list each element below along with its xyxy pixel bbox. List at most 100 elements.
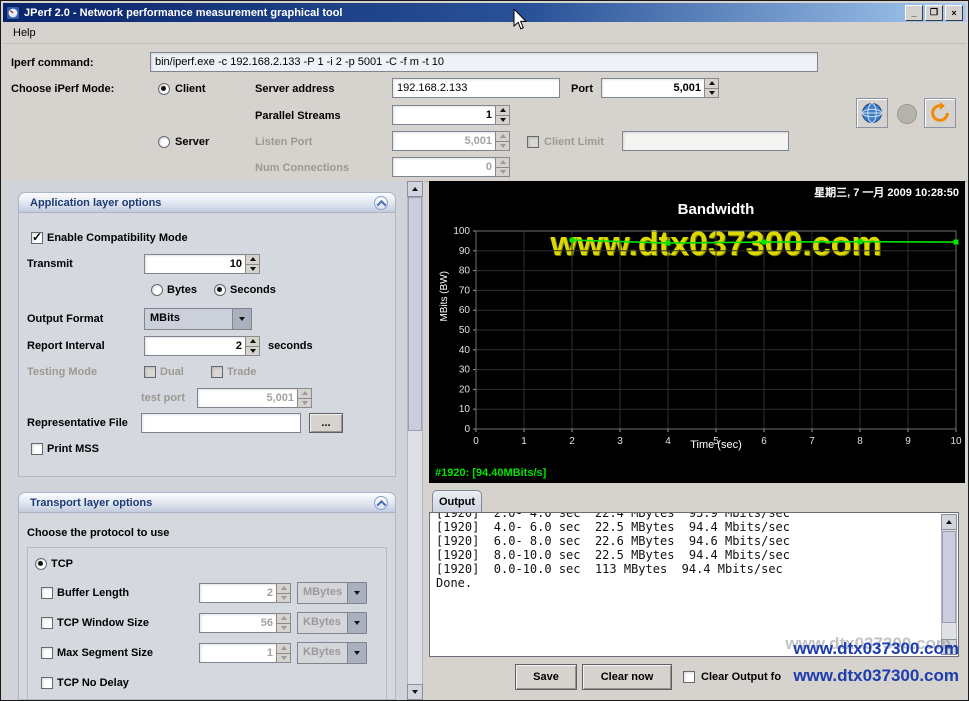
tcp-no-delay-checkbox[interactable]: [41, 677, 53, 689]
collapse-chevron-icon[interactable]: [374, 496, 388, 510]
buffer-length-unit-combo: MBytes: [297, 582, 367, 604]
test-port-label: test port: [141, 392, 185, 404]
save-button-label: Save: [533, 671, 559, 683]
jperf-window: JPerf 2.0 - Network performance measurem…: [0, 0, 969, 701]
scroll-up-button[interactable]: [407, 181, 423, 197]
output-line: Done.: [436, 576, 473, 590]
x-axis-label: Time (sec): [690, 439, 742, 451]
chevron-down-icon[interactable]: [232, 309, 251, 329]
spin-up-icon[interactable]: [245, 254, 260, 265]
representative-file-input[interactable]: [141, 413, 301, 433]
browse-button-label: ...: [321, 417, 331, 429]
max-segment-label: Max Segment Size: [57, 647, 153, 659]
stop-icon: [896, 103, 918, 125]
enable-compatibility-checkbox[interactable]: [31, 230, 43, 244]
port-spinner[interactable]: [601, 78, 719, 98]
scroll-up-button[interactable]: [941, 514, 957, 530]
transport-layer-header[interactable]: Transport layer options: [18, 492, 396, 513]
buffer-length-checkbox[interactable]: [41, 587, 53, 599]
tcp-window-checkbox[interactable]: [41, 617, 53, 629]
listen-port-label: Listen Port: [255, 136, 313, 148]
spin-down-icon: [276, 623, 291, 633]
tcp-radio[interactable]: [35, 558, 47, 570]
spin-down-icon: [297, 398, 312, 408]
report-interval-label: Report Interval: [27, 340, 105, 352]
save-button[interactable]: Save: [515, 664, 577, 690]
server-address-input[interactable]: [392, 78, 560, 98]
output-format-combo[interactable]: MBits: [144, 308, 252, 330]
tcp-window-spinner: [199, 613, 291, 633]
transport-layer-title: Transport layer options: [30, 496, 153, 509]
test-port-input: [197, 388, 297, 408]
restore-defaults-button[interactable]: [924, 98, 956, 128]
spin-up-icon[interactable]: [245, 336, 260, 347]
seconds-radio[interactable]: [214, 284, 226, 296]
spin-up-icon: [276, 583, 291, 594]
chart-legend: #1920: [94.40MBits/s]: [435, 467, 547, 479]
scroll-down-button[interactable]: [407, 684, 423, 700]
spin-down-icon[interactable]: [495, 115, 510, 125]
chevron-down-icon: [347, 643, 366, 663]
client-limit-input: [622, 131, 789, 151]
port-input[interactable]: [601, 78, 704, 98]
chevron-down-icon: [347, 613, 366, 633]
transport-layer-body: Choose the protocol to use TCP Buffer Le…: [18, 513, 396, 700]
iperf-command-input[interactable]: [150, 52, 818, 72]
spin-up-icon[interactable]: [495, 105, 510, 116]
top-config-panel: Iperf command: Choose iPerf Mode: Client…: [3, 44, 968, 182]
spin-up-icon: [495, 157, 510, 168]
close-button[interactable]: ×: [945, 4, 963, 21]
globe-icon: [861, 102, 883, 124]
application-layer-header[interactable]: Application layer options: [18, 192, 396, 213]
report-interval-spinner[interactable]: [144, 336, 260, 356]
server-radio-label: Server: [175, 136, 210, 148]
tcp-radio-label: TCP: [51, 558, 73, 570]
bytes-radio[interactable]: [151, 284, 163, 296]
minimize-button[interactable]: _: [905, 4, 923, 21]
application-layer-title: Application layer options: [30, 196, 162, 209]
spin-up-icon[interactable]: [704, 78, 719, 89]
buffer-length-spinner: [199, 583, 291, 603]
scrollbar-thumb[interactable]: [408, 197, 422, 431]
report-interval-input[interactable]: [144, 336, 245, 356]
parallel-streams-spinner[interactable]: [392, 105, 510, 125]
output-line: [1920] 4.0- 6.0 sec 22.5 MBytes 94.4 Mbi…: [436, 520, 791, 534]
menu-bar: Help: [3, 22, 966, 44]
output-line: [1920] 8.0-10.0 sec 22.5 MBytes 94.4 Mbi…: [436, 548, 791, 562]
spin-down-icon[interactable]: [704, 88, 719, 98]
window-title: JPerf 2.0 - Network performance measurem…: [24, 6, 343, 19]
maximize-button[interactable]: ❐: [925, 4, 943, 21]
tab-output[interactable]: Output: [432, 490, 482, 513]
max-segment-checkbox[interactable]: [41, 647, 53, 659]
test-port-spinner: [197, 388, 312, 408]
chart-plot: 0 1 2 3 4 5 6 7 8 9 100102030405060708090100: [453, 226, 962, 447]
output-format-value: MBits: [145, 309, 232, 329]
title-bar[interactable]: JPerf 2.0 - Network performance measurem…: [3, 3, 966, 22]
svg-text:90: 90: [459, 246, 471, 257]
tcp-window-input: [199, 613, 276, 633]
server-radio[interactable]: [158, 136, 170, 148]
spin-down-icon[interactable]: [245, 264, 260, 274]
chart-timestamp: 星期三, 7 一月 2009 10:28:50: [814, 187, 959, 199]
svg-text:80: 80: [459, 266, 471, 277]
print-mss-checkbox[interactable]: [31, 443, 43, 455]
svg-text:100: 100: [453, 226, 470, 237]
num-connections-input: [392, 157, 495, 177]
buffer-length-unit-value: MBytes: [298, 583, 347, 603]
scrollbar-thumb[interactable]: [942, 531, 956, 623]
transmit-spinner[interactable]: [144, 254, 260, 274]
client-radio[interactable]: [158, 83, 170, 95]
output-textarea[interactable]: [1920] 2.0- 4.0 sec 22.4 MBytes 93.9 Mbi…: [429, 512, 959, 657]
spin-down-icon: [276, 653, 291, 663]
parallel-streams-label: Parallel Streams: [255, 110, 341, 122]
run-iperf-button[interactable]: [856, 98, 888, 128]
transmit-input[interactable]: [144, 254, 245, 274]
bandwidth-chart: 星期三, 7 一月 2009 10:28:50 Bandwidth www.dt…: [429, 181, 965, 483]
parallel-streams-input[interactable]: [392, 105, 495, 125]
browse-button[interactable]: ...: [309, 413, 343, 433]
spin-down-icon[interactable]: [245, 346, 260, 356]
collapse-chevron-icon[interactable]: [374, 196, 388, 210]
menu-help[interactable]: Help: [13, 27, 36, 39]
output-line: [1920] 2.0- 4.0 sec 22.4 MBytes 93.9 Mbi…: [436, 512, 791, 520]
max-segment-unit-combo: KBytes: [297, 642, 367, 664]
